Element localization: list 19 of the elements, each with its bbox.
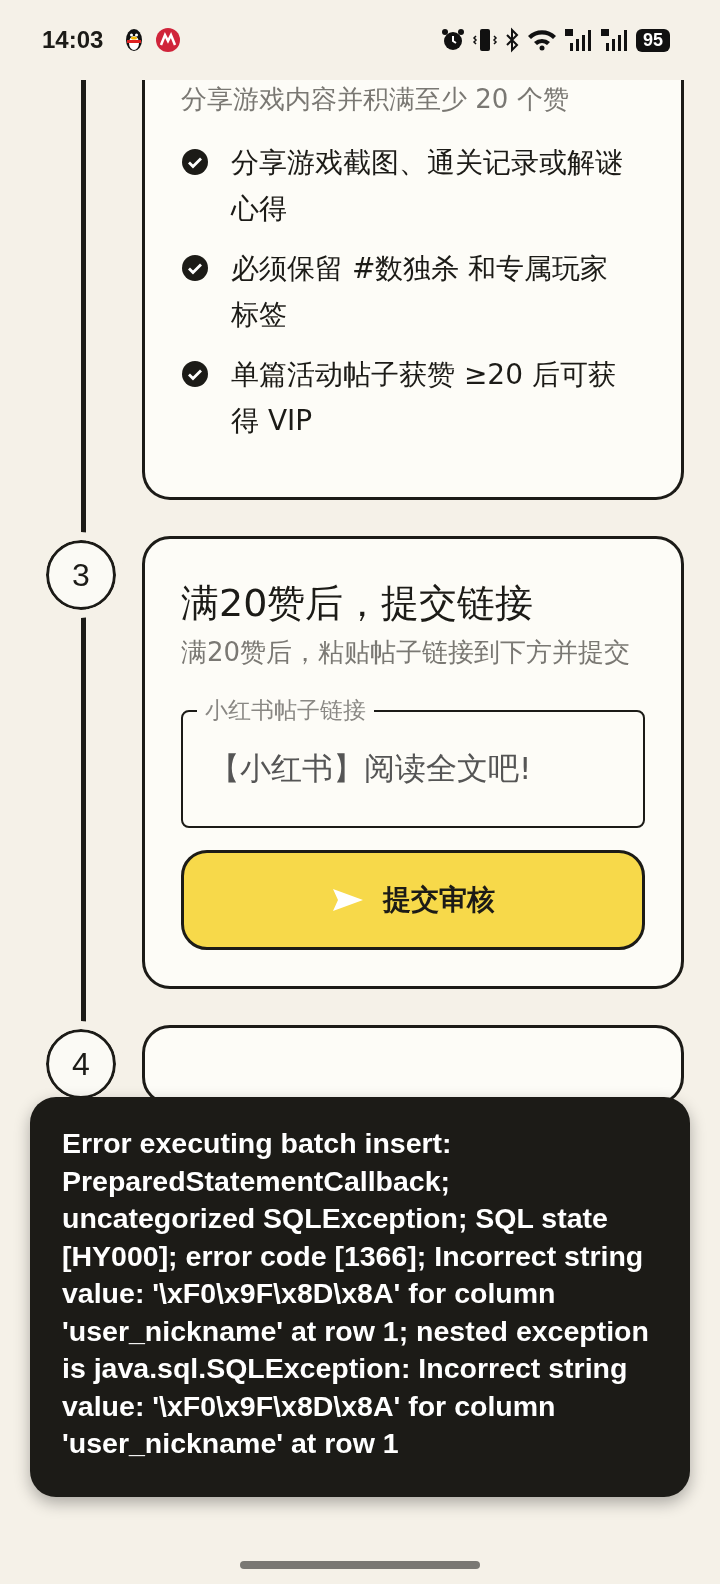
- submit-button[interactable]: 提交审核: [181, 850, 645, 950]
- step-description: 满20赞后，粘贴帖子链接到下方并提交: [181, 636, 632, 669]
- home-indicator[interactable]: [240, 1561, 480, 1569]
- signal-icon: [563, 27, 594, 53]
- signal-icon: [599, 27, 630, 53]
- field-label: 小红书帖子链接: [197, 695, 374, 725]
- checklist-item: 单篇活动帖子获赞 ≥20 后可获得 VIP: [231, 357, 617, 439]
- status-time: 14:03: [42, 26, 104, 54]
- checklist-item: 必须保留 #数独杀 和专属玩家标签: [231, 251, 610, 333]
- error-message: Error executing batch insert: PreparedStatementCallback; uncategorized SQLException; SQL state [HY000]; error code [1366]; Incorrect string value: '\xF0\x9F\x8D\x8A' for column 'user_nickname' at row 1; nested exception is java.sql.SQLException: Incorrect string value: '\xF0\x9F\x8D\x8A' for column 'user_nickname' at row 1: [62, 1126, 650, 1461]
- send-icon: [331, 886, 365, 914]
- checklist-item: 分享游戏截图、通关记录或解谜心得: [231, 145, 624, 227]
- step-title: 满20赞后，提交链接: [181, 580, 535, 627]
- step-description: 分享游戏内容并积满至少 20 个赞: [181, 83, 570, 116]
- vibrate-icon: [471, 27, 498, 53]
- alarm-icon: [439, 27, 466, 53]
- bluetooth-icon: [503, 27, 520, 53]
- battery-level: 95: [635, 28, 670, 52]
- bank-logo-icon: [155, 27, 182, 53]
